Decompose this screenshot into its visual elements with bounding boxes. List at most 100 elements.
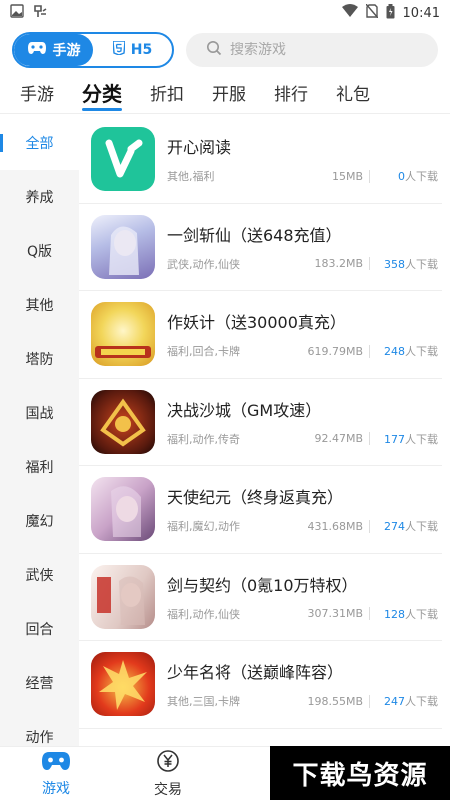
download-suffix: 人下载	[405, 607, 438, 621]
game-row[interactable]: 作妖计（送30000真充） 福利,回合,卡牌 619.79MB 248人下载	[79, 291, 442, 379]
bottom-nav: 游戏 交易 下载鸟资源	[0, 746, 450, 800]
game-row[interactable]: 开心阅读 其他,福利 15MB 0人下载	[79, 116, 442, 204]
wifi-icon	[341, 4, 358, 22]
download-count: 358人下载	[370, 256, 442, 272]
tab-gift-packs[interactable]: 礼包	[336, 80, 370, 109]
game-size: 198.55MB	[288, 694, 370, 708]
download-count: 0人下载	[370, 168, 442, 184]
tab-mobile-games-label: 手游	[52, 43, 81, 59]
game-title: 少年名将（送巅峰阵容）	[167, 663, 344, 683]
game-title: 一剑斩仙（送648充值）	[167, 225, 342, 245]
download-count: 177人下载	[370, 431, 442, 447]
tab-mobile-games[interactable]: 手游	[14, 34, 93, 66]
download-suffix: 人下载	[405, 170, 438, 184]
download-count: 274人下载	[370, 518, 442, 534]
tab-h5-games[interactable]: H5	[93, 34, 172, 66]
game-tags: 其他,福利	[167, 170, 215, 184]
category-sidebar: 全部 养成 Q版 其他 塔防 国战 福利 魔幻 武侠 回合 经营 动作	[0, 116, 79, 746]
sidebar-item-welfare[interactable]: 福利	[0, 440, 79, 494]
game-tags: 福利,动作,传奇	[167, 432, 240, 446]
game-tags: 武侠,动作,仙侠	[167, 257, 240, 271]
html5-icon	[112, 40, 126, 59]
game-row[interactable]: 剑与契约（0氪10万特权） 福利,动作,仙侠 307.31MB 128人下载	[79, 554, 442, 641]
download-number: 128	[384, 607, 405, 621]
game-size: 92.47MB	[288, 432, 370, 446]
game-size: 15MB	[288, 169, 370, 183]
search-input[interactable]	[230, 42, 380, 58]
sidebar-item-turn-based[interactable]: 回合	[0, 602, 79, 656]
tab-ranking[interactable]: 排行	[274, 80, 308, 109]
download-count: 128人下载	[370, 606, 442, 622]
download-number: 274	[384, 520, 405, 534]
game-tags: 福利,魔幻,动作	[167, 520, 240, 534]
game-icon	[91, 389, 155, 454]
game-title: 剑与契约（0氪10万特权）	[167, 575, 358, 595]
platform-switch: 手游 H5	[12, 32, 174, 68]
top-bar: 手游 H5	[12, 30, 438, 70]
download-count: 247人下载	[370, 693, 442, 709]
download-number: 0	[398, 170, 405, 184]
game-tags: 其他,三国,卡牌	[167, 695, 240, 709]
game-title: 开心阅读	[167, 138, 232, 158]
nav-games[interactable]: 游戏	[0, 747, 112, 800]
tab-discount[interactable]: 折扣	[150, 80, 184, 109]
game-tags: 福利,回合,卡牌	[167, 345, 240, 359]
game-icon	[91, 127, 155, 192]
download-suffix: 人下载	[405, 432, 438, 446]
game-row[interactable]: 一剑斩仙（送648充值） 武侠,动作,仙侠 183.2MB 358人下载	[79, 204, 442, 291]
download-count: 248人下载	[370, 343, 442, 359]
search-box[interactable]	[186, 33, 438, 67]
sidebar-item-raising[interactable]: 养成	[0, 170, 79, 224]
battery-icon	[386, 3, 395, 23]
tab-mobile[interactable]: 手游	[20, 80, 54, 109]
download-suffix: 人下载	[405, 520, 438, 534]
tab-new-servers[interactable]: 开服	[212, 80, 246, 109]
game-size: 307.31MB	[288, 607, 370, 621]
download-suffix: 人下载	[405, 695, 438, 709]
watermark: 下载鸟资源	[270, 746, 450, 800]
game-size: 431.68MB	[288, 519, 370, 533]
sidebar-item-wuxia[interactable]: 武侠	[0, 548, 79, 602]
nav-games-label: 游戏	[42, 780, 70, 797]
game-title: 天使纪元（终身返真充）	[167, 488, 344, 508]
sidebar-item-other[interactable]: 其他	[0, 278, 79, 332]
game-title: 决战沙城（GM攻速）	[167, 400, 322, 420]
gamepad-icon	[41, 750, 71, 776]
tab-h5-games-label: H5	[130, 42, 153, 58]
sidebar-item-chibi[interactable]: Q版	[0, 224, 79, 278]
gamepad-icon	[27, 41, 47, 59]
game-icon	[91, 214, 155, 279]
search-icon	[206, 40, 222, 60]
sidebar-item-nation-war[interactable]: 国战	[0, 386, 79, 440]
yen-icon	[156, 749, 180, 777]
game-row[interactable]: 天使纪元（终身返真充） 福利,魔幻,动作 431.68MB 274人下载	[79, 466, 442, 554]
sidebar-item-fantasy[interactable]: 魔幻	[0, 494, 79, 548]
no-sim-icon	[364, 3, 379, 22]
game-row[interactable]: 决战沙城（GM攻速） 福利,动作,传奇 92.47MB 177人下载	[79, 379, 442, 466]
game-size: 619.79MB	[288, 344, 370, 358]
nav-trade[interactable]: 交易	[112, 747, 224, 800]
sidebar-item-all[interactable]: 全部	[0, 116, 79, 170]
clock: 10:41	[402, 5, 440, 21]
sidebar-item-management[interactable]: 经营	[0, 656, 79, 710]
download-number: 358	[384, 257, 405, 271]
game-icon	[91, 564, 155, 629]
game-title: 作妖计（送30000真充）	[167, 313, 346, 333]
game-row[interactable]: 少年名将（送巅峰阵容） 其他,三国,卡牌 198.55MB 247人下载	[79, 641, 442, 729]
download-number: 248	[384, 345, 405, 359]
bug-icon	[32, 3, 48, 23]
image-icon	[10, 4, 24, 22]
sidebar-item-tower-defense[interactable]: 塔防	[0, 332, 79, 386]
game-icon	[91, 477, 155, 542]
download-number: 177	[384, 432, 405, 446]
game-list: 开心阅读 其他,福利 15MB 0人下载 一剑斩仙（送648充值） 武侠,动作,…	[79, 116, 442, 746]
nav-trade-label: 交易	[154, 781, 182, 798]
game-icon	[91, 302, 155, 367]
download-suffix: 人下载	[405, 345, 438, 359]
download-suffix: 人下载	[405, 257, 438, 271]
tab-category[interactable]: 分类	[82, 78, 122, 111]
download-number: 247	[384, 695, 405, 709]
game-tags: 福利,动作,仙侠	[167, 607, 240, 621]
game-size: 183.2MB	[288, 257, 370, 271]
status-bar: 10:41	[0, 0, 450, 26]
